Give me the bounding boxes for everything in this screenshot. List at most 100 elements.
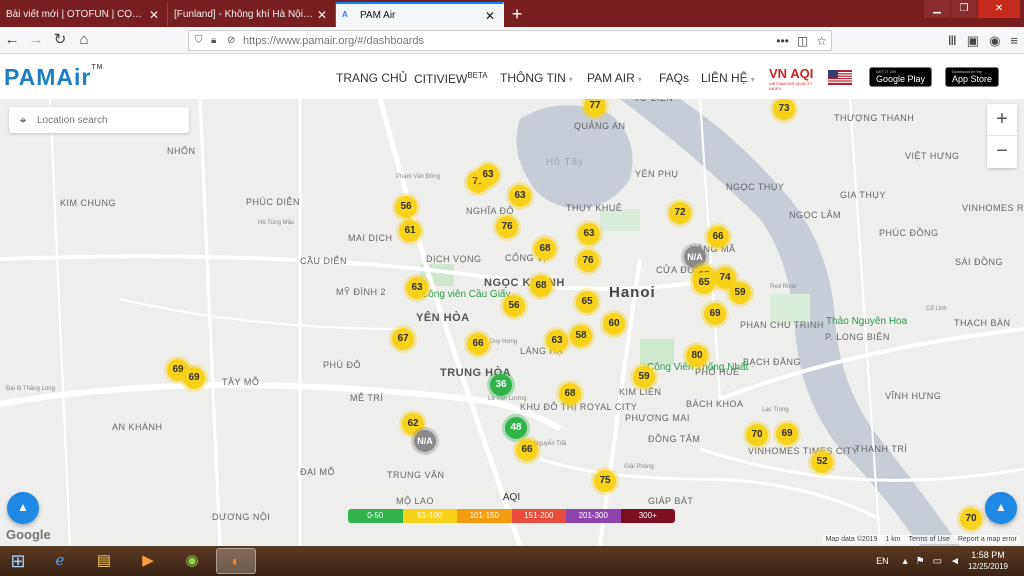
map-place-label: QUẢNG AN (574, 121, 626, 131)
map-place-label: Hanoi (609, 284, 656, 301)
pocket-icon[interactable]: ◫ (797, 34, 808, 48)
forward-icon[interactable]: → (24, 28, 48, 52)
account-icon[interactable]: ◉ (989, 33, 1000, 49)
menu-thong-tin[interactable]: THÔNG TIN ▾ (500, 71, 573, 85)
firefox-icon[interactable]: ◐ (216, 548, 256, 574)
shield-icon[interactable]: ⛉ (195, 35, 211, 46)
my-location-icon[interactable]: ⌖ (9, 113, 37, 128)
internet-explorer-icon[interactable]: ℯ (40, 548, 80, 574)
page-actions-icon[interactable]: ••• (776, 34, 789, 48)
menu-citiview[interactable]: CITIVIEWBETA (414, 71, 488, 86)
app-green-icon[interactable]: ◉ (172, 548, 212, 574)
aqi-station-marker[interactable]: 65 (576, 291, 598, 313)
sidebar-icon[interactable]: ▣ (967, 33, 979, 49)
browser-tab-pamair[interactable]: A PAM Air ✕ (336, 2, 504, 27)
map-place-label: DƯƠNG NỘI (212, 512, 271, 522)
report-error-link[interactable]: Report a map error (958, 536, 1017, 543)
location-search[interactable]: ⌖ (9, 107, 189, 133)
aqi-station-marker[interactable]: 63 (477, 164, 499, 186)
aqi-station-marker[interactable]: 67 (392, 328, 414, 350)
aqi-station-marker[interactable]: 36 (490, 374, 512, 396)
home-icon[interactable]: ⌂ (72, 28, 96, 52)
pamair-logo[interactable]: PAMAirTM (4, 64, 103, 91)
vn-aqi-logo[interactable]: VN AQI VIETNAM AIR QUALITY INDEX (769, 66, 817, 91)
aqi-station-marker[interactable]: 56 (395, 196, 417, 218)
zoom-out-button[interactable]: − (987, 136, 1017, 168)
scroll-up-button-right[interactable]: ▲ (985, 492, 1017, 524)
tray-arrow-icon[interactable]: ▴ (903, 556, 908, 567)
aqi-station-marker[interactable]: 76 (496, 216, 518, 238)
aqi-station-marker[interactable]: 80 (686, 345, 708, 367)
aqi-station-marker[interactable]: 60 (603, 313, 625, 335)
aqi-station-marker[interactable]: 73 (773, 99, 795, 120)
aqi-station-marker[interactable]: 68 (530, 275, 552, 297)
aqi-station-marker[interactable]: 66 (467, 333, 489, 355)
google-play-button[interactable]: GET IT ON Google Play (869, 67, 933, 87)
browser-tab-otofun[interactable]: Bài viết mới | OTOFUN | CỘNG ĐỒNG ✕ (0, 2, 168, 27)
aqi-station-marker[interactable]: 63 (406, 277, 428, 299)
aqi-station-marker[interactable]: 63 (546, 330, 568, 352)
browser-tab-funland[interactable]: [Funland] - Không khí Hà Nội ok rồi ✕ (168, 2, 336, 27)
aqi-station-marker[interactable]: 69 (776, 423, 798, 445)
menu-pam-air[interactable]: PAM AIR ▾ (587, 71, 642, 85)
language-indicator[interactable]: EN (876, 556, 889, 566)
tracking-icon[interactable]: ⊘ (227, 35, 243, 46)
aqi-station-marker[interactable]: 70 (960, 508, 982, 530)
reload-icon[interactable]: ↻ (48, 28, 72, 52)
minimize-icon[interactable]: ▁ (924, 0, 950, 18)
aqi-map[interactable]: NHỔN KIM CHUNG PHÚC DIỄN MAI DỊCH CẦU DIỄN DỊ… (0, 99, 1024, 546)
app-store-button[interactable]: Download on the App Store (945, 67, 1000, 87)
menu-icon[interactable]: ≡ (1010, 33, 1018, 48)
aqi-station-marker[interactable]: 69 (704, 303, 726, 325)
lock-icon[interactable]: 🔒︎ (211, 35, 227, 46)
aqi-station-marker[interactable]: 68 (559, 383, 581, 405)
clock[interactable]: 1:58 PM 12/25/2019 (968, 550, 1008, 572)
restore-icon[interactable]: ❐ (951, 0, 977, 18)
menu-lien-he[interactable]: LIÊN HỆ ▾ (701, 71, 755, 85)
aqi-station-marker[interactable]: N/A (414, 430, 436, 452)
new-tab-button[interactable]: + (504, 2, 530, 27)
media-player-icon[interactable]: ▶ (128, 548, 168, 574)
url-text[interactable]: https://www.pamair.org/#/dashboards (243, 35, 424, 47)
aqi-station-marker[interactable]: 75 (594, 470, 616, 492)
us-flag-icon[interactable] (828, 70, 852, 85)
close-window-icon[interactable]: ✕ (978, 0, 1020, 18)
network-icon[interactable]: ▭ (933, 556, 942, 567)
aqi-station-marker[interactable]: 59 (633, 366, 655, 388)
aqi-station-marker[interactable]: 72 (669, 202, 691, 224)
zoom-in-button[interactable]: + (987, 104, 1017, 136)
bookmark-star-icon[interactable]: ☆ (816, 34, 827, 48)
aqi-station-marker[interactable]: 63 (578, 223, 600, 245)
aqi-station-marker[interactable]: 52 (811, 451, 833, 473)
aqi-station-marker[interactable]: 66 (516, 439, 538, 461)
file-explorer-icon[interactable]: ▤ (84, 548, 124, 574)
library-icon[interactable]: Ⅲ (948, 33, 957, 49)
url-bar[interactable]: ⛉ 🔒︎ ⊘ https://www.pamair.org/#/dashboar… (188, 30, 832, 51)
aqi-station-marker[interactable]: 68 (534, 238, 556, 260)
close-tab-icon[interactable]: ✕ (315, 8, 329, 22)
aqi-legend-bar: 0-50 51-100 101-150 151-200 201-300 300+ (348, 509, 675, 523)
volume-icon[interactable]: ◄ (950, 556, 960, 567)
terms-link[interactable]: Terms of Use (909, 536, 950, 543)
aqi-station-marker[interactable]: 66 (707, 226, 729, 248)
location-search-input[interactable] (37, 114, 177, 126)
aqi-station-marker[interactable]: 58 (570, 325, 592, 347)
map-place-label: AN KHÁNH (112, 422, 163, 432)
aqi-station-marker[interactable]: 59 (729, 282, 751, 304)
menu-faqs[interactable]: FAQs (659, 71, 689, 85)
aqi-station-marker[interactable]: 76 (577, 250, 599, 272)
aqi-station-marker[interactable]: 61 (399, 220, 421, 242)
flag-icon[interactable]: ⚑ (916, 556, 925, 567)
close-tab-icon[interactable]: ✕ (147, 8, 161, 22)
aqi-station-marker[interactable]: 70 (746, 424, 768, 446)
aqi-station-marker[interactable]: 48 (505, 417, 527, 439)
aqi-station-marker[interactable]: 63 (509, 185, 531, 207)
close-tab-icon[interactable]: ✕ (483, 9, 497, 23)
aqi-station-marker[interactable]: 56 (503, 295, 525, 317)
menu-trang-chu[interactable]: TRANG CHỦ (336, 71, 407, 85)
aqi-station-marker[interactable]: 65 (693, 272, 715, 294)
scroll-up-button-left[interactable]: ▲ (7, 492, 39, 524)
aqi-station-marker[interactable]: 69 (183, 367, 205, 389)
windows-start-icon[interactable]: ⊞ (0, 546, 36, 576)
back-icon[interactable]: ← (0, 28, 24, 52)
